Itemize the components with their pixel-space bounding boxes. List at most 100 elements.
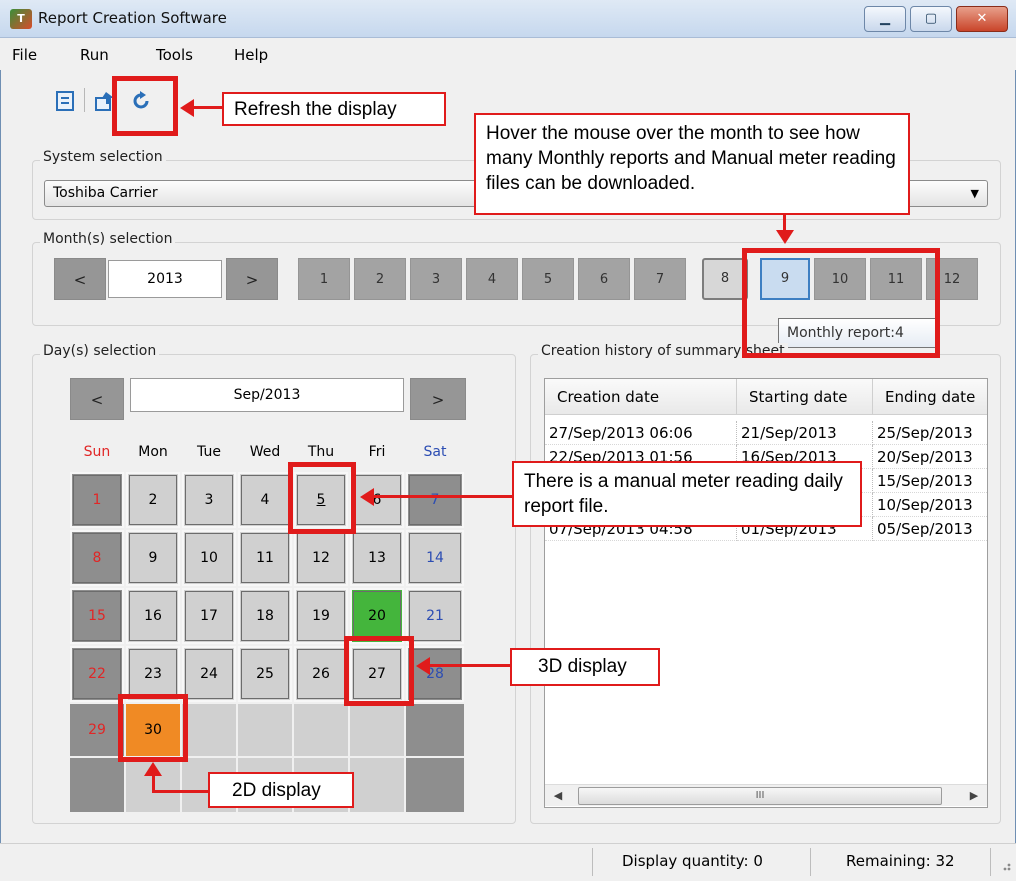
arrow-down-icon bbox=[776, 230, 794, 244]
day-22[interactable]: 22 bbox=[70, 646, 124, 702]
scroll-thumb[interactable]: III bbox=[578, 787, 942, 805]
month-field[interactable]: Sep/2013 bbox=[130, 378, 404, 412]
chevron-down-icon: ▼ bbox=[970, 187, 979, 200]
day-8[interactable]: 8 bbox=[70, 530, 124, 586]
table-cell[interactable]: 10/Sep/2013 bbox=[873, 493, 987, 517]
day-26[interactable]: 26 bbox=[294, 646, 348, 702]
empty-day-cell bbox=[406, 704, 464, 756]
annotation-manual-reading: There is a manual meter reading daily re… bbox=[512, 461, 862, 527]
day-24[interactable]: 24 bbox=[182, 646, 236, 702]
scroll-left-icon[interactable]: ◀ bbox=[550, 788, 566, 804]
table-cell[interactable]: 15/Sep/2013 bbox=[873, 469, 987, 493]
table-cell[interactable]: 25/Sep/2013 bbox=[873, 421, 987, 445]
annotation-highlight-day-30 bbox=[118, 694, 188, 762]
annotation-refresh: Refresh the display bbox=[222, 92, 446, 126]
maximize-icon: ▢ bbox=[924, 11, 938, 26]
day-11[interactable]: 11 bbox=[238, 530, 292, 586]
menu-bar bbox=[0, 38, 1016, 70]
day-2[interactable]: 2 bbox=[126, 472, 180, 528]
day-13[interactable]: 13 bbox=[350, 530, 404, 586]
close-button[interactable]: ✕ bbox=[956, 6, 1008, 32]
column-header-ending-date[interactable]: Ending date bbox=[873, 379, 987, 415]
table-cell[interactable]: 20/Sep/2013 bbox=[873, 445, 987, 469]
annotation-line bbox=[152, 790, 208, 793]
empty-day-cell bbox=[182, 704, 236, 756]
annotation-highlight-day-5 bbox=[288, 462, 356, 534]
menu-tools[interactable]: Tools bbox=[156, 46, 193, 64]
window-title: Report Creation Software bbox=[38, 9, 227, 27]
day-21[interactable]: 21 bbox=[406, 588, 464, 644]
close-icon: ✕ bbox=[976, 11, 988, 26]
resize-grip-icon[interactable] bbox=[998, 858, 1012, 872]
maximize-button[interactable]: ▢ bbox=[910, 6, 952, 32]
weekday-fri: Fri bbox=[368, 444, 386, 460]
year-next-button[interactable]: > bbox=[226, 258, 278, 300]
day-9[interactable]: 9 bbox=[126, 530, 180, 586]
table-cell[interactable]: 05/Sep/2013 bbox=[873, 517, 987, 541]
empty-day-cell bbox=[406, 758, 464, 812]
weekday-wed: Wed bbox=[249, 444, 281, 460]
status-divider bbox=[810, 848, 811, 876]
day-10[interactable]: 10 bbox=[182, 530, 236, 586]
day-29[interactable]: 29 bbox=[70, 704, 124, 756]
day-19[interactable]: 19 bbox=[294, 588, 348, 644]
menu-run[interactable]: Run bbox=[80, 46, 109, 64]
system-selection-label: System selection bbox=[40, 149, 166, 165]
annotation-2d-display: 2D display bbox=[208, 772, 354, 808]
day-18[interactable]: 18 bbox=[238, 588, 292, 644]
month-5[interactable]: 5 bbox=[522, 258, 574, 300]
month-next-button[interactable]: > bbox=[410, 378, 466, 420]
year-field[interactable]: 2013 bbox=[108, 260, 222, 298]
day-17[interactable]: 17 bbox=[182, 588, 236, 644]
scroll-right-icon[interactable]: ▶ bbox=[966, 788, 982, 804]
day-15[interactable]: 15 bbox=[70, 588, 124, 644]
month-1[interactable]: 1 bbox=[298, 258, 350, 300]
empty-day-cell bbox=[350, 758, 404, 812]
empty-day-cell bbox=[70, 758, 124, 812]
status-divider bbox=[592, 848, 593, 876]
day-3[interactable]: 3 bbox=[182, 472, 236, 528]
year-prev-button[interactable]: < bbox=[54, 258, 106, 300]
menu-file[interactable]: File bbox=[12, 46, 37, 64]
empty-day-cell bbox=[294, 704, 348, 756]
annotation-3d-display: 3D display bbox=[510, 648, 660, 686]
remaining-count: Remaining: 32 bbox=[846, 852, 955, 870]
weekday-sun: Sun bbox=[83, 444, 111, 460]
day-12[interactable]: 12 bbox=[294, 530, 348, 586]
annotation-highlight-month bbox=[742, 248, 940, 358]
day-14[interactable]: 14 bbox=[406, 530, 464, 586]
annotation-highlight-day-27 bbox=[344, 636, 414, 706]
month-4[interactable]: 4 bbox=[466, 258, 518, 300]
column-header-creation-date[interactable]: Creation date bbox=[545, 379, 737, 415]
column-header-starting-date[interactable]: Starting date bbox=[737, 379, 873, 415]
report-icon[interactable] bbox=[54, 90, 76, 112]
weekday-mon: Mon bbox=[138, 444, 168, 460]
empty-day-cell bbox=[350, 704, 404, 756]
month-3[interactable]: 3 bbox=[410, 258, 462, 300]
day-6[interactable]: 6 bbox=[350, 472, 404, 528]
table-cell[interactable]: 21/Sep/2013 bbox=[737, 421, 873, 445]
menu-help[interactable]: Help bbox=[234, 46, 268, 64]
day-1[interactable]: 1 bbox=[70, 472, 124, 528]
day-28[interactable]: 28 bbox=[406, 646, 464, 702]
minimize-icon: ▁ bbox=[880, 11, 890, 26]
day-25[interactable]: 25 bbox=[238, 646, 292, 702]
month-prev-button[interactable]: < bbox=[70, 378, 124, 420]
weekday-tue: Tue bbox=[197, 444, 221, 460]
empty-day-cell bbox=[238, 704, 292, 756]
table-cell[interactable]: 27/Sep/2013 06:06 bbox=[545, 421, 737, 445]
day-4[interactable]: 4 bbox=[238, 472, 292, 528]
history-table[interactable]: Creation date Starting date Ending date … bbox=[544, 378, 988, 808]
status-divider bbox=[990, 848, 991, 876]
annotation-hover: Hover the mouse over the month to see ho… bbox=[474, 113, 910, 215]
minimize-button[interactable]: ▁ bbox=[864, 6, 906, 32]
month-selection-label: Month(s) selection bbox=[40, 231, 176, 247]
display-quantity: Display quantity: 0 bbox=[622, 852, 763, 870]
system-select-value: Toshiba Carrier bbox=[53, 185, 158, 201]
day-7[interactable]: 7 bbox=[406, 472, 464, 528]
month-2[interactable]: 2 bbox=[354, 258, 406, 300]
day-16[interactable]: 16 bbox=[126, 588, 180, 644]
month-7[interactable]: 7 bbox=[634, 258, 686, 300]
month-6[interactable]: 6 bbox=[578, 258, 630, 300]
toolbar-separator bbox=[84, 88, 85, 112]
